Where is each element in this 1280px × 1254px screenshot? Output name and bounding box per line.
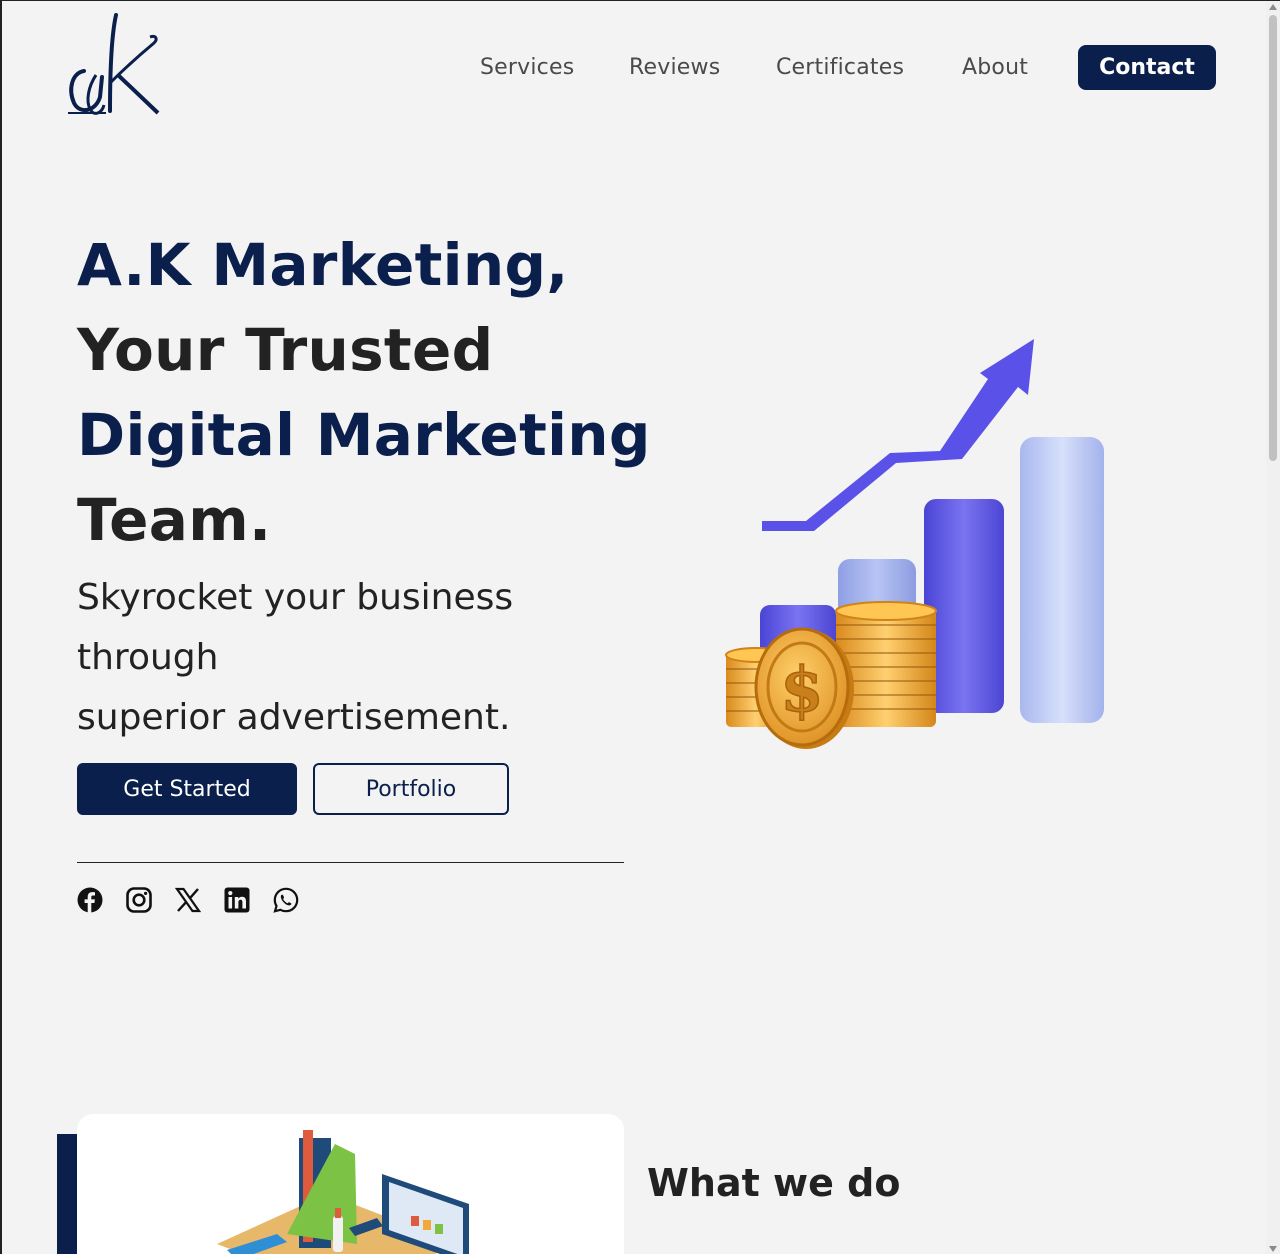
nav-link-about[interactable]: About xyxy=(962,55,1028,80)
portfolio-button[interactable]: Portfolio xyxy=(313,763,509,815)
scroll-up-arrow-icon[interactable] xyxy=(1269,4,1277,10)
what-we-do-title: What we do xyxy=(647,1161,901,1205)
instagram-icon[interactable] xyxy=(126,887,152,913)
hero-title-line-1: A.K Marketing, xyxy=(77,231,569,299)
x-icon[interactable] xyxy=(175,887,201,913)
get-started-button[interactable]: Get Started xyxy=(77,763,297,815)
scroll-down-arrow-icon[interactable] xyxy=(1269,1246,1277,1252)
growth-chart-illustration: $ xyxy=(725,339,1104,749)
nav-link-services[interactable]: Services xyxy=(480,55,574,80)
facebook-icon[interactable] xyxy=(77,887,103,913)
hero-title-line-3: Digital Marketing xyxy=(77,401,651,469)
hero-title: A.K Marketing, Your Trusted Digital Mark… xyxy=(77,223,677,563)
page: Services Reviews Certificates About Cont… xyxy=(0,0,1280,1254)
card-accent-bar xyxy=(57,1134,79,1254)
hero-title-line-2: Your Trusted xyxy=(77,316,494,384)
what-we-do-card xyxy=(77,1114,624,1254)
nav-link-reviews[interactable]: Reviews xyxy=(629,55,720,80)
workspace-illustration xyxy=(217,1130,469,1254)
whatsapp-icon[interactable] xyxy=(273,887,299,913)
nav-link-certificates[interactable]: Certificates xyxy=(776,55,904,80)
hero-subtitle-line-2: through xyxy=(77,637,219,678)
svg-text:$: $ xyxy=(780,653,823,726)
scrollbar-thumb[interactable] xyxy=(1269,15,1277,461)
contact-button[interactable]: Contact xyxy=(1078,45,1216,90)
page-scrollbar[interactable] xyxy=(1266,1,1280,1254)
main-nav: Services Reviews Certificates About Cont… xyxy=(2,45,1268,91)
hero-divider xyxy=(77,862,624,863)
hero-subtitle-line-1: Skyrocket your business xyxy=(77,577,514,618)
hero-subtitle-line-3: superior advertisement. xyxy=(77,697,511,738)
linkedin-icon[interactable] xyxy=(224,887,250,913)
hero-title-line-4: Team. xyxy=(77,486,272,554)
hero-subtitle: Skyrocket your business through superior… xyxy=(77,568,597,748)
